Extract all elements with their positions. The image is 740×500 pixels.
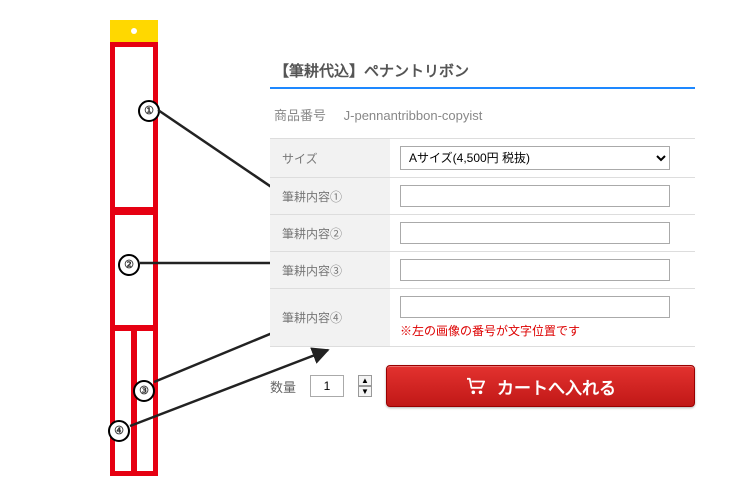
sku-value: J-pennantribbon-copyist bbox=[344, 108, 483, 123]
add-to-cart-label: カートへ入れる bbox=[497, 374, 616, 399]
diagram-marker-3: ③ bbox=[133, 380, 155, 402]
diagram-marker-2: ② bbox=[118, 254, 140, 276]
qty-input[interactable] bbox=[310, 375, 344, 397]
qty-label: 数量 bbox=[270, 377, 296, 396]
product-title: 【筆耕代込】ペナントリボン bbox=[270, 60, 695, 87]
field-4-input[interactable] bbox=[400, 296, 670, 318]
product-panel: 【筆耕代込】ペナントリボン 商品番号 J-pennantribbon-copyi… bbox=[270, 60, 695, 407]
diagram-marker-1: ① bbox=[138, 100, 160, 122]
sku-line: 商品番号 J-pennantribbon-copyist bbox=[270, 105, 695, 124]
sku-label: 商品番号 bbox=[274, 108, 326, 123]
title-underline bbox=[270, 87, 695, 89]
size-label: サイズ bbox=[270, 139, 390, 178]
field-1-input[interactable] bbox=[400, 185, 670, 207]
diagram-marker-4: ④ bbox=[108, 420, 130, 442]
add-to-cart-button[interactable]: カートへ入れる bbox=[386, 365, 695, 407]
field-2-input[interactable] bbox=[400, 222, 670, 244]
ribbon-diagram bbox=[110, 20, 158, 476]
field-3-input[interactable] bbox=[400, 259, 670, 281]
field-1-label: 筆耕内容① bbox=[270, 178, 390, 215]
field-2-label: 筆耕内容② bbox=[270, 215, 390, 252]
options-table: サイズ Aサイズ(4,500円 税抜) 筆耕内容① 筆耕内容② 筆耕内容③ bbox=[270, 138, 695, 347]
ribbon-panel-1 bbox=[114, 46, 154, 208]
qty-up-button[interactable]: ▲ bbox=[358, 375, 372, 386]
field-4-label: 筆耕内容④ bbox=[270, 289, 390, 347]
position-note: ※左の画像の番号が文字位置です bbox=[400, 322, 685, 339]
cart-icon bbox=[465, 377, 487, 395]
size-select[interactable]: Aサイズ(4,500円 税抜) bbox=[400, 146, 670, 170]
qty-down-button[interactable]: ▼ bbox=[358, 386, 372, 397]
ribbon-panel-3 bbox=[114, 330, 132, 472]
field-3-label: 筆耕内容③ bbox=[270, 252, 390, 289]
ribbon-hanger bbox=[110, 20, 158, 42]
